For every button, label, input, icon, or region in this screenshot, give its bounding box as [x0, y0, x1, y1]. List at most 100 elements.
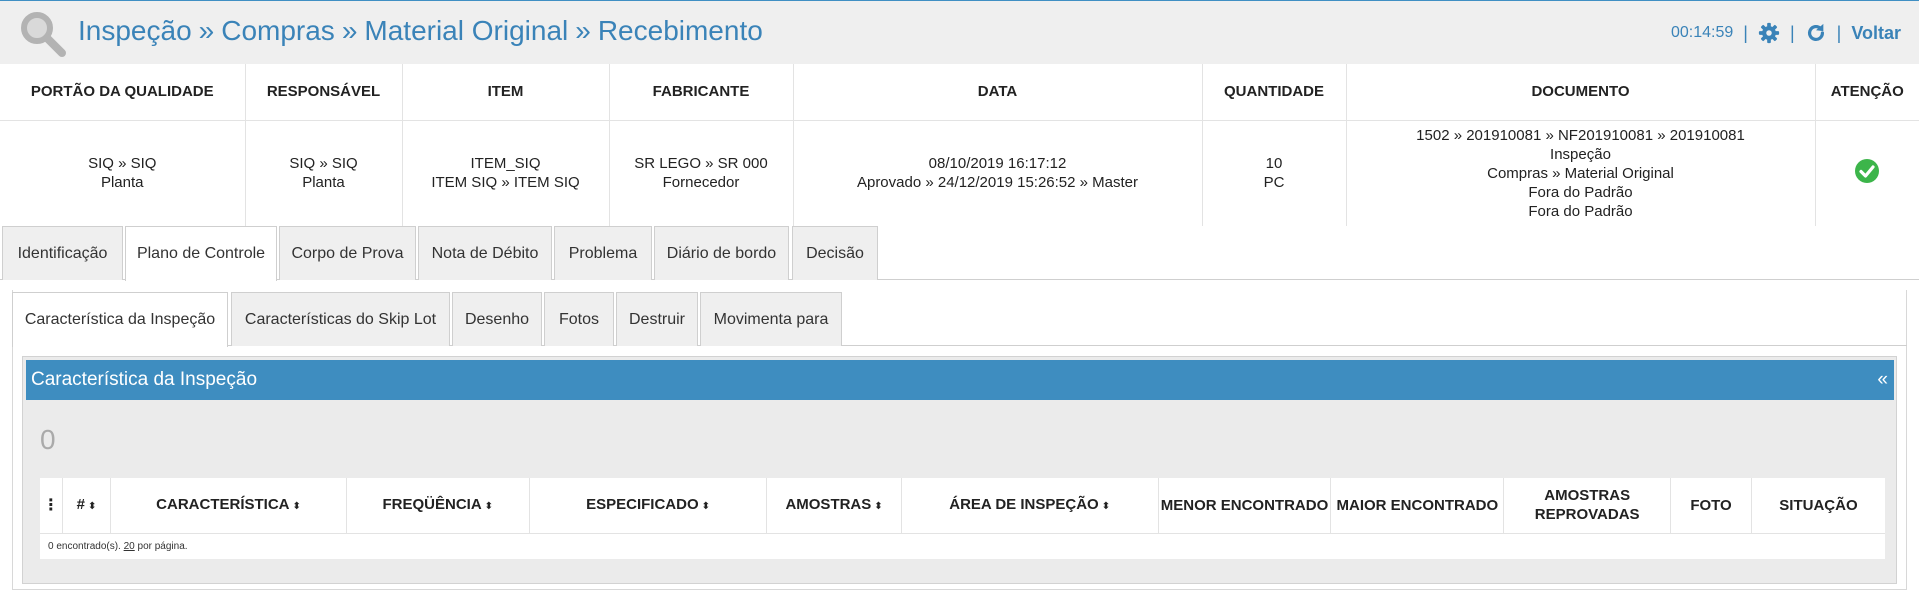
cell-line: ITEM_SIQ	[470, 155, 541, 173]
tab-problema[interactable]: Problema	[554, 226, 652, 280]
cell-line: 1502 » 201910081 » NF201910081 » 2019100…	[1416, 126, 1745, 144]
cell-line: Compras » Material Original	[1487, 164, 1674, 182]
record-count: 0	[40, 424, 56, 455]
subtab-desenho[interactable]: Desenho	[452, 292, 542, 346]
column-header-area-inspecao[interactable]: ÁREA DE INSPEÇÃO ⬍	[901, 478, 1159, 534]
column-header-reprovadas: AMOSTRAS REPROVADAS	[1503, 478, 1672, 534]
sort-icon: ⬍	[1101, 500, 1111, 512]
attention-cell	[1815, 120, 1919, 226]
subtab-caracteristica-inspecao[interactable]: Característica da Inspeção	[12, 292, 228, 347]
refresh-icon[interactable]	[1805, 22, 1827, 44]
info-table: PORTÃO DA QUALIDADE RESPONSÁVEL ITEM FAB…	[0, 64, 1919, 226]
manufacturer-cell: SR LEGO » SR 000 Fornecedor	[609, 120, 794, 226]
divider: |	[1836, 22, 1842, 43]
column-label: #	[76, 495, 85, 513]
tab-identificacao[interactable]: Identificação	[2, 226, 123, 280]
section-title: Característica da Inspeção	[31, 369, 258, 390]
breadcrumb-item: Material Original	[364, 15, 569, 46]
per-page-label: por página.	[137, 540, 188, 552]
gear-icon[interactable]	[1758, 22, 1780, 44]
breadcrumb-item: Inspeção	[78, 15, 192, 46]
top-bar: Inspeção» Compras» Material Original» Receb…	[0, 0, 1919, 64]
subtab-skip-lot[interactable]: Características do Skip Lot	[231, 292, 450, 346]
column-header-situacao: SITUAÇÃO	[1751, 478, 1885, 534]
cell-line: 08/10/2019 16:17:12	[928, 155, 1067, 173]
item-cell: ITEM_SIQ ITEM SIQ » ITEM SIQ	[402, 120, 610, 226]
search-icon	[21, 12, 66, 57]
breadcrumb-separator: »	[198, 15, 215, 46]
info-header-row: PORTÃO DA QUALIDADE RESPONSÁVEL ITEM FAB…	[0, 64, 1919, 121]
column-label: FREQÜÊNCIA	[382, 495, 482, 513]
column-header: DATA	[793, 64, 1203, 121]
tab-decisao[interactable]: Decisão	[792, 226, 878, 280]
column-label: CARACTERÍSTICA	[156, 495, 290, 513]
column-header-foto: FOTO	[1670, 478, 1752, 534]
back-link[interactable]: Voltar	[1851, 23, 1901, 44]
column-header: DOCUMENTO	[1346, 64, 1816, 121]
sort-icon: ⬍	[874, 500, 883, 512]
subtab-destruir[interactable]: Destruir	[616, 292, 698, 346]
breadcrumb-separator: »	[575, 15, 591, 46]
divider: |	[1743, 22, 1748, 43]
tab-diario-de-bordo[interactable]: Diário de bordo	[654, 226, 789, 280]
column-header-caracteristica[interactable]: CARACTERÍSTICA ⬍	[110, 478, 347, 534]
main-tab-bar: Identificação Plano de Controle Corpo de…	[0, 226, 1919, 281]
cell-line: Fornecedor	[662, 174, 740, 192]
cell-line: Planta	[302, 174, 345, 192]
document-cell: 1502 » 201910081 » NF201910081 » 2019100…	[1346, 120, 1816, 226]
check-circle-icon	[1855, 158, 1880, 183]
breadcrumb-separator: »	[341, 15, 358, 46]
table-header-row: ⋮ # ⬍ CARACTERÍSTICA ⬍ FREQÜÊNCIA ⬍ ESPECIF…	[40, 478, 1885, 534]
breadcrumb-item: Recebimento	[597, 15, 763, 46]
cell-line: Planta	[100, 174, 144, 192]
column-header: ITEM	[402, 64, 610, 121]
section-header: Característica da Inspeção «	[26, 360, 1894, 400]
divider: |	[1789, 22, 1795, 43]
cell-line: Inspeção	[1550, 145, 1611, 163]
quality-gate-cell: SIQ » SIQ Planta	[0, 120, 246, 226]
column-header: QUANTIDADE	[1202, 64, 1347, 121]
sort-icon: ⬍	[701, 500, 710, 512]
cell-line: PC	[1263, 174, 1285, 192]
per-page-select[interactable]: 20	[124, 541, 135, 552]
responsible-cell: SIQ » SIQ Planta	[245, 120, 403, 226]
cell-line: Aprovado » 24/12/2019 15:26:52 » Master	[856, 174, 1139, 192]
sort-icon: ⬍	[292, 500, 301, 512]
column-menu-button[interactable]: ⋮	[40, 478, 63, 534]
tab-corpo-de-prova[interactable]: Corpo de Prova	[279, 226, 416, 280]
pagination-info: 0 encontrado(s). 20 por página.	[40, 533, 1885, 559]
header-tools: 00:14:59 | | | Voltar	[1671, 19, 1901, 47]
breadcrumb-item: Compras	[221, 15, 335, 46]
info-value-row: SIQ » SIQ Planta SIQ » SIQ Planta ITEM_S…	[0, 120, 1919, 226]
column-header-especificado[interactable]: ESPECIFICADO ⬍	[529, 478, 768, 534]
column-header-menor: MENOR ENCONTRADO	[1158, 478, 1332, 534]
characteristics-table: ⋮ # ⬍ CARACTERÍSTICA ⬍ FREQÜÊNCIA ⬍ ESPECIF…	[40, 478, 1885, 559]
column-header: RESPONSÁVEL	[245, 64, 403, 121]
quantity-cell: 10 PC	[1202, 120, 1347, 226]
sort-icon: ⬍	[87, 500, 97, 512]
kebab-menu-icon: ⋮	[42, 496, 59, 514]
column-header-frequencia[interactable]: FREQÜÊNCIA ⬍	[346, 478, 530, 534]
column-header-number[interactable]: # ⬍	[62, 478, 112, 534]
cell-line: SIQ » SIQ	[88, 155, 157, 173]
results-count: 0 encontrado(s).	[48, 540, 121, 552]
column-label: AMOSTRAS	[785, 495, 872, 513]
collapse-icon[interactable]: «	[1877, 369, 1888, 391]
tab-plano-de-controle[interactable]: Plano de Controle	[125, 226, 277, 281]
column-label: ÁREA DE INSPEÇÃO	[949, 495, 1099, 513]
cell-line: Fora do Padrão	[1528, 202, 1633, 220]
table-footer-row: 0 encontrado(s). 20 por página.	[40, 533, 1885, 559]
column-header-amostras[interactable]: AMOSTRAS ⬍	[766, 478, 902, 534]
cell-line: 10	[1265, 155, 1283, 173]
cell-line: ITEM SIQ » ITEM SIQ	[431, 174, 580, 192]
column-header: ATENÇÃO	[1815, 64, 1919, 121]
session-timer: 00:14:59	[1670, 24, 1734, 41]
subtab-movimenta-para[interactable]: Movimenta para	[700, 292, 842, 346]
tab-nota-de-debito[interactable]: Nota de Débito	[418, 226, 552, 280]
sort-icon: ⬍	[484, 500, 494, 512]
column-header: FABRICANTE	[609, 64, 794, 121]
subtab-fotos[interactable]: Fotos	[544, 292, 614, 346]
column-header: PORTÃO DA QUALIDADE	[0, 64, 246, 121]
date-cell: 08/10/2019 16:17:12 Aprovado » 24/12/201…	[793, 120, 1203, 226]
page-title: Inspeção» Compras» Material Original» Receb…	[78, 15, 763, 47]
